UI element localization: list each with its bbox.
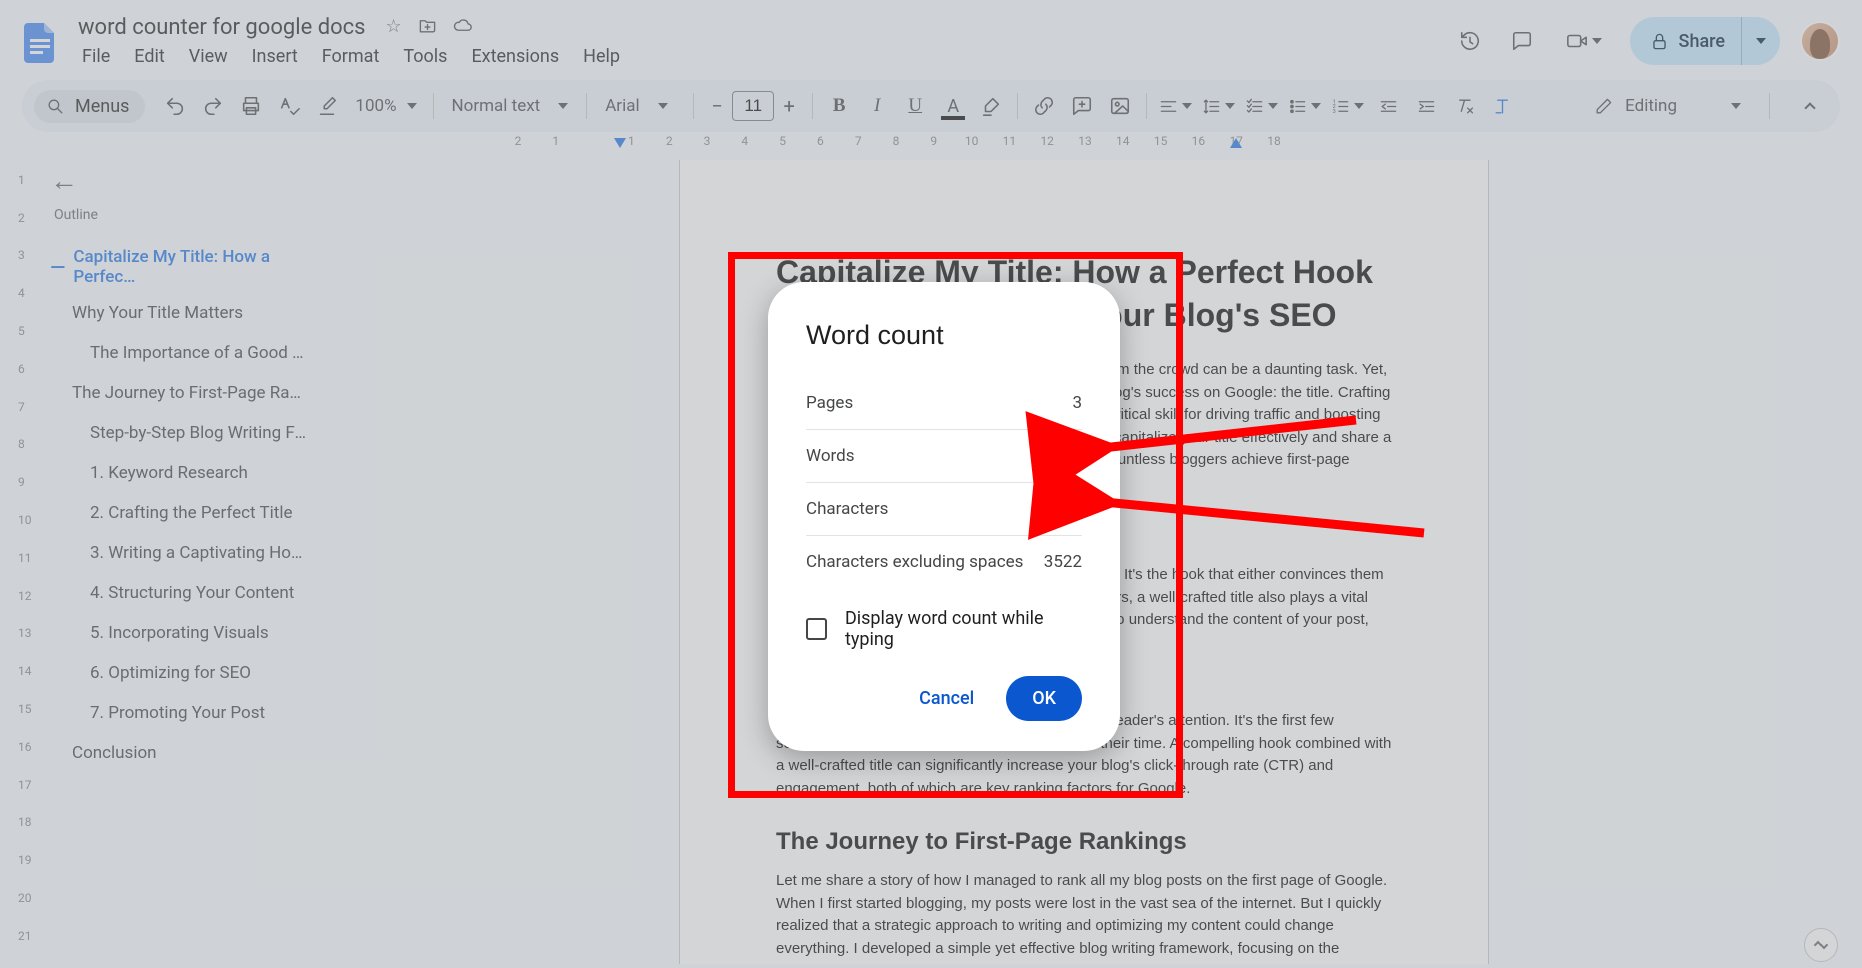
word-count-row: Characters 4157 xyxy=(806,483,1082,536)
dialog-title: Word count xyxy=(806,320,1082,351)
wc-value: 665 xyxy=(1053,446,1082,466)
wc-value: 4157 xyxy=(1044,499,1082,519)
display-while-typing-checkbox[interactable]: Display word count while typing xyxy=(806,608,1082,650)
checkbox-icon xyxy=(806,618,827,640)
wc-value: 3 xyxy=(1072,393,1082,413)
wc-label: Pages xyxy=(806,393,853,413)
word-count-dialog: Word count Pages3Words665Characters4157C… xyxy=(768,282,1120,751)
word-count-row: Characters excluding spaces 3522 xyxy=(806,536,1082,588)
cancel-button[interactable]: Cancel xyxy=(907,678,986,719)
wc-label: Characters xyxy=(806,499,888,519)
wc-label: Characters excluding spaces xyxy=(806,552,1023,572)
word-count-row: Pages 3 xyxy=(806,377,1082,430)
word-count-row: Words 665 xyxy=(806,430,1082,483)
wc-label: Words xyxy=(806,446,855,466)
checkbox-label: Display word count while typing xyxy=(845,608,1082,650)
ok-button[interactable]: OK xyxy=(1006,676,1082,721)
wc-value: 3522 xyxy=(1044,552,1082,572)
